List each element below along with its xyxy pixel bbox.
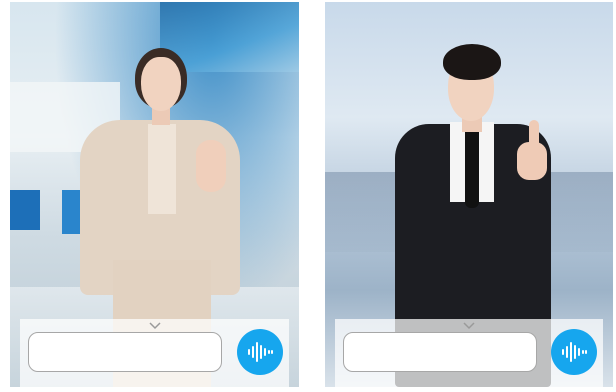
display-screen [10,190,40,230]
blouse [148,124,176,214]
voice-waveform-icon [562,342,587,362]
chat-bar [335,319,603,387]
avatar-panel-left [10,2,299,387]
hair [443,44,501,80]
message-input[interactable] [28,332,222,372]
voice-button[interactable] [237,329,283,375]
chevron-down-icon[interactable] [148,321,162,331]
voice-button[interactable] [551,329,597,375]
pointing-finger [529,120,539,150]
voice-waveform-icon [248,342,273,362]
face [141,57,181,111]
message-input[interactable] [343,332,537,372]
chevron-down-icon[interactable] [462,321,476,331]
tie [465,130,479,208]
avatar-panel-right [325,2,613,387]
chat-bar [20,319,289,387]
raised-hand [196,140,226,192]
